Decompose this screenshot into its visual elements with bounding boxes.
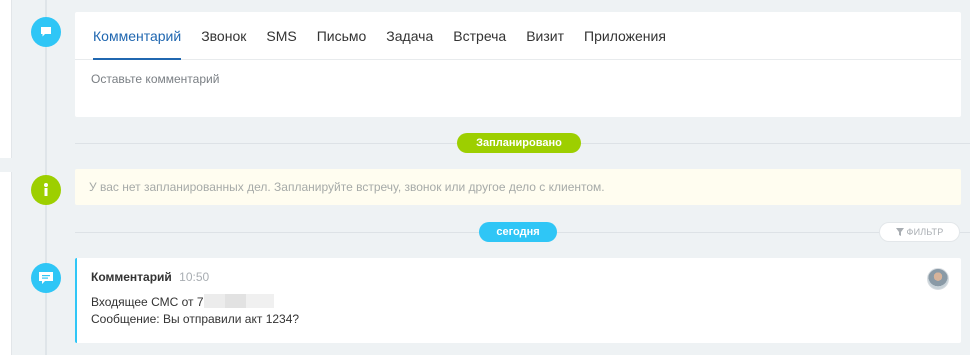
tab-visit[interactable]: Визит [516,12,574,59]
editor-tabs: Комментарий Звонок SMS Письмо Задача Вст… [75,12,961,60]
comment-sms-prefix: Входящее СМС от 7 [91,295,204,309]
tab-email[interactable]: Письмо [307,12,377,59]
tab-comment[interactable]: Комментарий [93,12,191,60]
comment-header: Комментарий 10:50 [91,270,947,284]
tab-task[interactable]: Задача [376,12,443,59]
notice-text: У вас нет запланированных дел. Запланиру… [89,180,605,194]
no-planned-notice: У вас нет запланированных дел. Запланиру… [75,169,961,205]
activity-editor: Комментарий Звонок SMS Письмо Задача Вст… [75,12,961,117]
redacted-phone [203,294,274,308]
comment-entry: Комментарий 10:50 Входящее СМС от 7 Сооб… [75,258,961,343]
filter-icon [895,228,904,236]
tab-meeting[interactable]: Встреча [443,12,516,59]
info-icon [31,175,61,205]
comment-line-1: Входящее СМС от 7 [91,294,947,311]
filter-label: ФИЛЬТР [906,227,944,237]
left-panel-lower [0,172,12,355]
comment-input[interactable]: Оставьте комментарий [75,60,961,98]
comment-entry-icon [31,263,61,293]
tab-call[interactable]: Звонок [191,12,256,59]
tab-sms[interactable]: SMS [256,12,306,59]
comment-body: Входящее СМС от 7 Сообщение: Вы отправил… [91,294,947,328]
comment-node-icon [31,17,61,47]
author-avatar[interactable] [927,268,949,290]
today-section-badge: сегодня [479,222,557,242]
comment-line-2: Сообщение: Вы отправили акт 1234? [91,312,300,326]
filter-button[interactable]: ФИЛЬТР [879,222,960,242]
tab-apps[interactable]: Приложения [574,12,676,59]
planned-section-badge: Запланировано [457,133,581,153]
left-panel [0,0,12,158]
comment-title: Комментарий [91,270,172,284]
comment-time: 10:50 [179,270,210,284]
